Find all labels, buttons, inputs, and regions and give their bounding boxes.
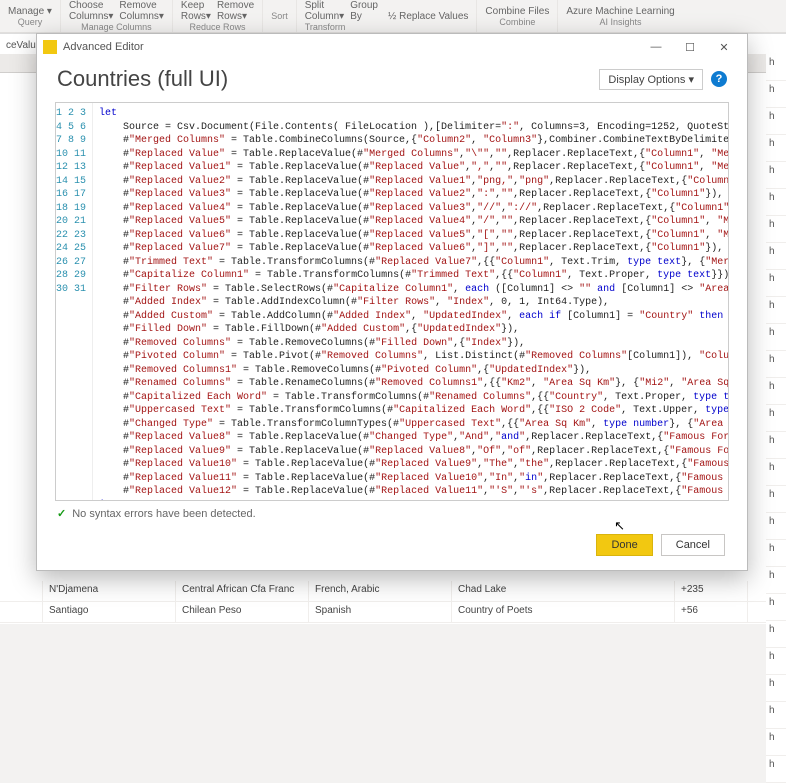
code-area[interactable]: let Source = Csv.Document(File.Contents(… [93, 103, 728, 500]
replace-values[interactable]: ½ Replace Values [388, 11, 468, 22]
group-by[interactable]: GroupBy [350, 0, 378, 22]
powerbi-icon [43, 40, 57, 54]
code-editor[interactable]: 1 2 3 4 5 6 7 8 9 10 11 12 13 14 15 16 1… [55, 102, 729, 501]
close-button[interactable]: ✕ [707, 37, 741, 57]
ribbon-group-combine: Combine Files Combine [477, 0, 558, 32]
keep-rows[interactable]: KeepRows▾ [181, 0, 211, 22]
cancel-button[interactable]: Cancel [661, 534, 725, 556]
help-icon[interactable]: ? [711, 71, 727, 87]
remove-columns[interactable]: RemoveColumns▾ [119, 0, 163, 22]
done-button[interactable]: Done [596, 534, 652, 556]
dialog-titlebar: Advanced Editor — ☐ ✕ [37, 34, 747, 60]
table-row[interactable]: Santiago Chilean Peso Spanish Country of… [0, 602, 786, 623]
query-name: Countries (full UI) [57, 66, 228, 92]
mouse-cursor-icon: ↖ [614, 518, 625, 534]
ribbon-group-manage-columns: ChooseColumns▾ RemoveColumns▾ Manage Col… [61, 0, 173, 32]
ribbon-group-transform: SplitColumn▾ GroupBy Transform ½ Replace… [297, 0, 478, 32]
combine-files[interactable]: Combine Files [485, 6, 549, 17]
advanced-editor-dialog: Advanced Editor — ☐ ✕ Countries (full UI… [36, 33, 748, 571]
maximize-button[interactable]: ☐ [673, 37, 707, 57]
ribbon-group-query: Manage ▾ Query [0, 0, 61, 32]
ribbon-group-reduce-rows: KeepRows▾ RemoveRows▾ Reduce Rows [173, 0, 263, 32]
table-row[interactable]: N'Djamena Central African Cfa Franc Fren… [0, 581, 786, 602]
check-icon: ✓ [57, 507, 66, 520]
manage-menu[interactable]: Manage ▾ [8, 6, 52, 17]
ribbon-group-sort: Sort [263, 0, 297, 32]
ribbon: Manage ▾ Query ChooseColumns▾ RemoveColu… [0, 0, 786, 33]
split-column[interactable]: SplitColumn▾ [305, 0, 344, 22]
line-gutter: 1 2 3 4 5 6 7 8 9 10 11 12 13 14 15 16 1… [56, 103, 93, 500]
syntax-status: ✓ No syntax errors have been detected. [37, 501, 747, 526]
minimize-button[interactable]: — [639, 37, 673, 57]
display-options-dropdown[interactable]: Display Options ▾ [599, 69, 703, 90]
ribbon-group-ai: Azure Machine Learning AI Insights [558, 0, 682, 32]
remove-rows[interactable]: RemoveRows▾ [217, 0, 254, 22]
azure-ml[interactable]: Azure Machine Learning [566, 6, 674, 17]
dialog-title: Advanced Editor [63, 41, 144, 53]
choose-columns[interactable]: ChooseColumns▾ [69, 0, 113, 22]
right-peek-column: hhhhhhhhhhhhhhhhhhhhhhhhhhh [766, 54, 786, 783]
